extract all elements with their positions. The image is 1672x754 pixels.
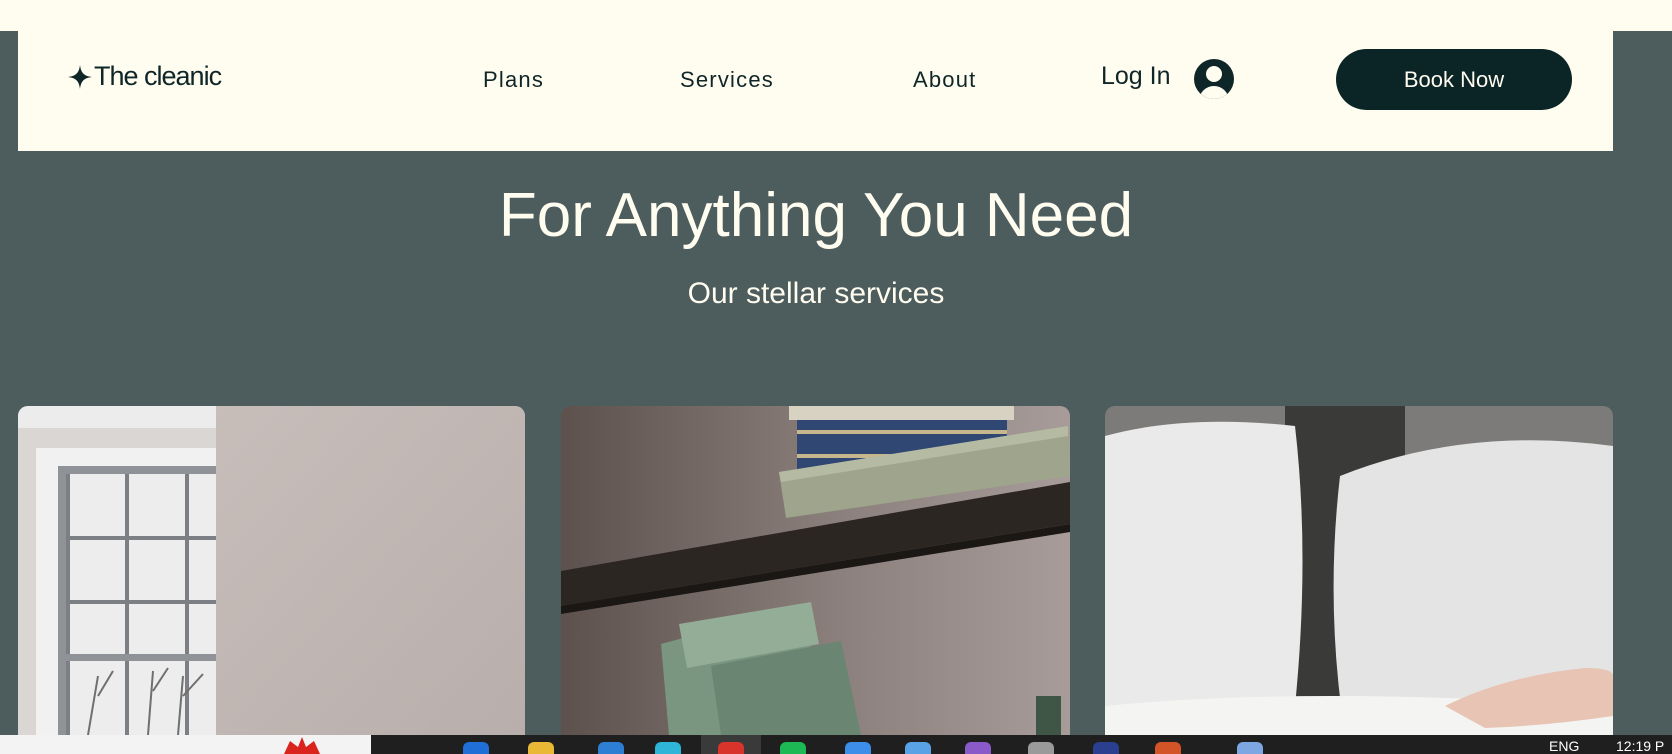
chrome-icon[interactable]	[718, 742, 744, 754]
browser-icon[interactable]	[655, 742, 681, 754]
office-icon[interactable]	[1155, 742, 1181, 754]
nav-item-about[interactable]: About	[913, 67, 977, 93]
vscode-icon[interactable]	[598, 742, 624, 754]
bookshelf-photo	[561, 406, 1070, 735]
app-icon[interactable]	[845, 742, 871, 754]
windows-taskbar: ENG 12:19 P	[0, 735, 1672, 754]
monitor-icon[interactable]	[905, 742, 931, 754]
nav-item-services[interactable]: Services	[680, 67, 774, 93]
pillows-bed-photo	[1105, 406, 1613, 735]
keyboard-icon[interactable]	[965, 742, 991, 754]
logo[interactable]: The cleanic	[68, 61, 222, 92]
logo-text: The cleanic	[94, 61, 222, 91]
window-wall-photo	[18, 406, 525, 735]
hero-title: For Anything You Need	[498, 181, 1134, 250]
page: The cleanic Plans Services About Log In …	[0, 0, 1672, 754]
service-card-window[interactable]	[18, 406, 525, 735]
service-card-bedding[interactable]	[1105, 406, 1613, 735]
document-icon[interactable]	[1093, 742, 1119, 754]
sparkle-icon	[68, 64, 92, 89]
terminal-icon[interactable]	[1028, 742, 1054, 754]
top-strip	[0, 0, 1672, 31]
avatar-icon[interactable]	[1194, 59, 1234, 99]
edge-icon[interactable]	[463, 742, 489, 754]
gift-icon[interactable]	[280, 737, 324, 754]
book-now-button[interactable]: Book Now	[1336, 49, 1572, 110]
site-header: The cleanic Plans Services About Log In …	[18, 31, 1613, 151]
language-indicator[interactable]: ENG	[1549, 738, 1579, 754]
spotify-icon[interactable]	[780, 742, 806, 754]
service-card-bookshelf[interactable]	[561, 406, 1070, 735]
folder-icon[interactable]	[528, 742, 554, 754]
hero-subtitle: Our stellar services	[687, 277, 945, 310]
login-link[interactable]: Log In	[1101, 62, 1171, 91]
notification-icon[interactable]	[1237, 742, 1263, 754]
nav-item-plans[interactable]: Plans	[483, 67, 544, 93]
clock[interactable]: 12:19 P	[1616, 738, 1664, 754]
